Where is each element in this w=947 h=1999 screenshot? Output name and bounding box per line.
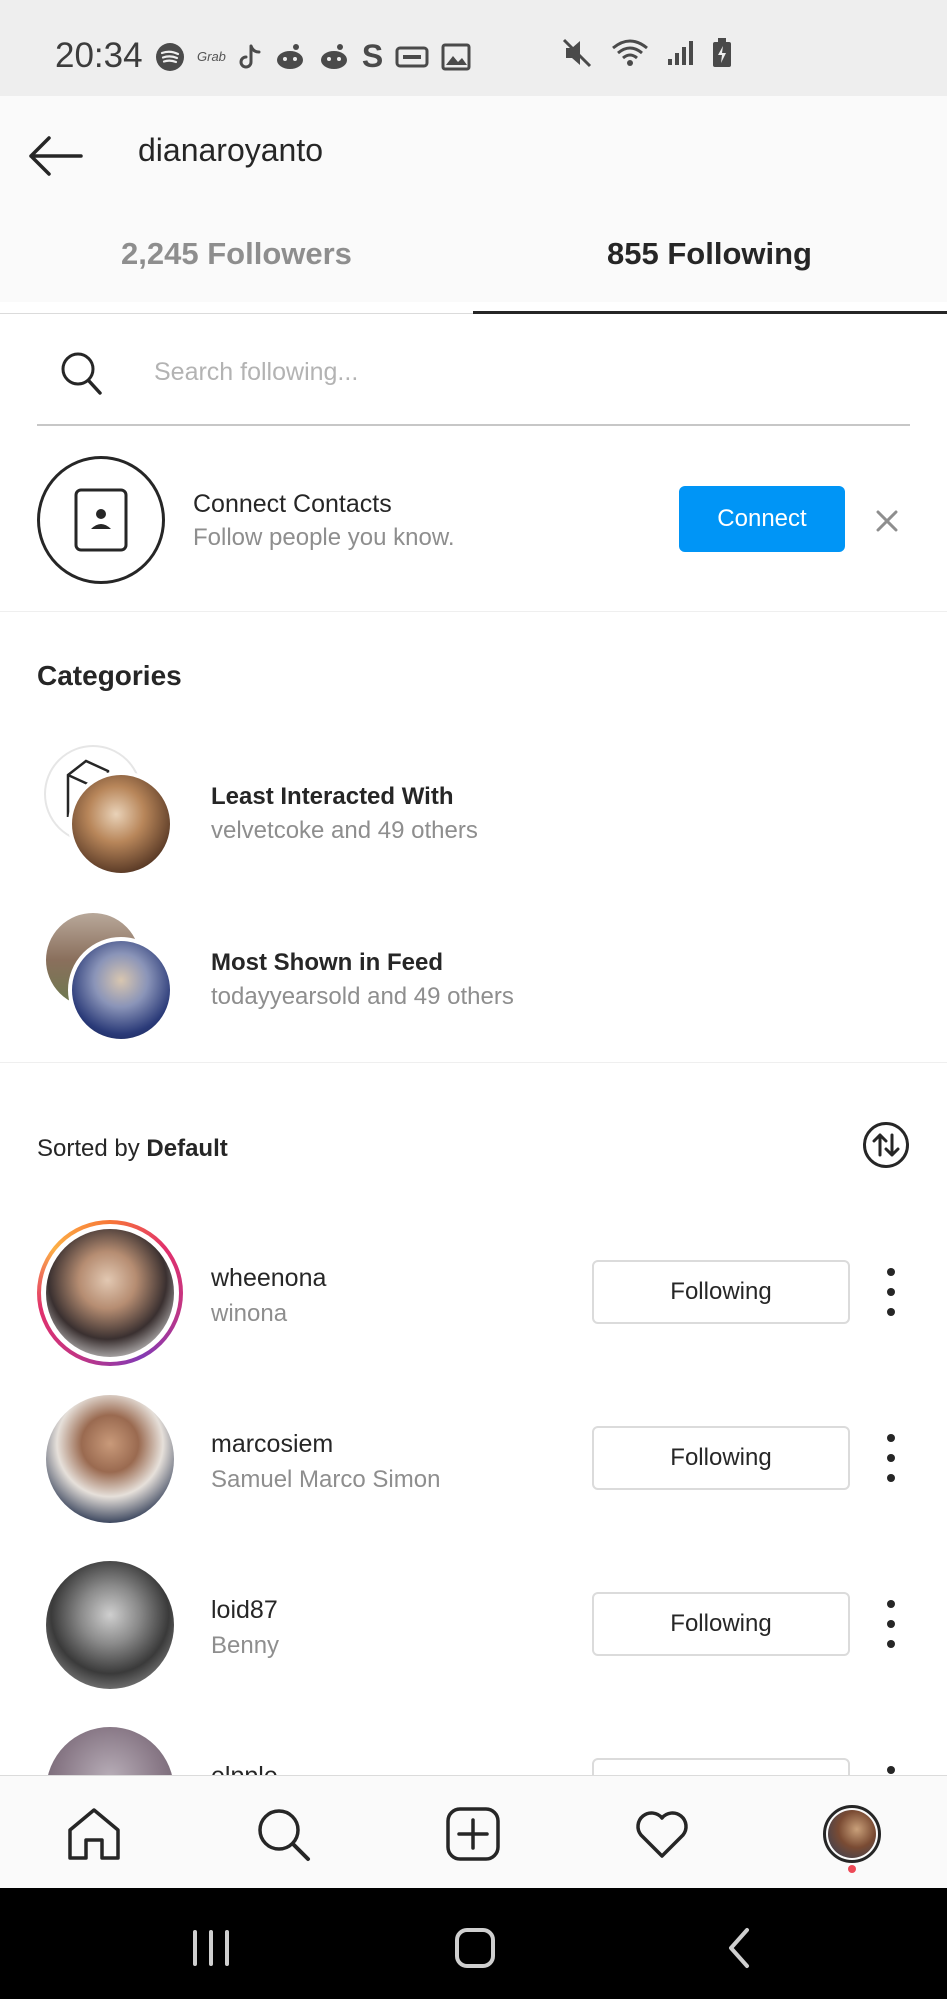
- reddit-icon: [318, 43, 350, 71]
- list-item[interactable]: loid87 Benny Following: [0, 1550, 947, 1700]
- close-icon: [876, 510, 898, 532]
- avatar: [68, 771, 174, 877]
- list-item[interactable]: marcosiem Samuel Marco Simon Following: [0, 1384, 947, 1534]
- status-bar: 20:34 Grab S: [0, 0, 947, 96]
- grab-icon: Grab: [197, 49, 226, 64]
- back-arrow-icon: [29, 136, 83, 176]
- dismiss-button[interactable]: [866, 500, 908, 542]
- status-time: 20:34: [55, 36, 143, 75]
- home-button[interactable]: [445, 1918, 505, 1978]
- user-username: wheenona: [211, 1264, 327, 1292]
- connect-contacts-subtitle: Follow people you know.: [193, 524, 455, 551]
- following-button[interactable]: Following: [592, 1592, 850, 1656]
- sort-label: Sorted by Default: [37, 1135, 228, 1163]
- user-username: loid87: [211, 1596, 278, 1624]
- search-icon: [59, 350, 103, 401]
- categories-heading: Categories: [37, 660, 182, 691]
- category-most-shown[interactable]: Most Shown in Feed todayyearsold and 49 …: [0, 911, 947, 1047]
- following-button[interactable]: Following: [592, 1426, 850, 1490]
- profile-username: dianaroyanto: [138, 132, 324, 168]
- notification-dot: [848, 1865, 856, 1873]
- nav-new-post[interactable]: [443, 1804, 503, 1864]
- profile-header: dianaroyanto 2,245 Followers 855 Followi…: [0, 96, 947, 314]
- home-icon: [68, 1808, 120, 1860]
- chevron-left-icon: [729, 1928, 749, 1968]
- spotify-icon: [155, 42, 185, 72]
- nav-activity[interactable]: [632, 1804, 692, 1864]
- more-options-icon[interactable]: [875, 1268, 907, 1316]
- tiktok-icon: [238, 43, 262, 71]
- tab-following[interactable]: 855 Following: [473, 236, 946, 272]
- search-icon: [258, 1809, 310, 1861]
- avatar[interactable]: [46, 1395, 174, 1523]
- connect-contacts-title: Connect Contacts: [193, 490, 392, 518]
- search-bar: [37, 330, 910, 426]
- more-options-icon[interactable]: [875, 1600, 907, 1648]
- back-button[interactable]: [22, 126, 88, 186]
- mute-icon: [562, 38, 594, 73]
- list-item[interactable]: wheenona winona Following: [0, 1218, 947, 1368]
- sort-icon: [863, 1122, 909, 1168]
- user-full-name: Samuel Marco Simon: [211, 1466, 441, 1493]
- bottom-navigation: [0, 1775, 947, 1888]
- sort-value: Default: [146, 1135, 228, 1162]
- recent-apps-button[interactable]: [181, 1918, 241, 1978]
- following-button[interactable]: Following: [592, 1260, 850, 1324]
- category-subtitle: velvetcoke and 49 others: [211, 817, 478, 844]
- system-navigation-bar: [0, 1888, 947, 1999]
- user-username: marcosiem: [211, 1430, 334, 1458]
- nav-profile[interactable]: [822, 1804, 882, 1864]
- s-app-icon: S: [361, 38, 384, 74]
- contacts-icon: [37, 456, 165, 584]
- connect-contacts-card: Connect Contacts Follow people you know.…: [0, 440, 947, 612]
- avatar[interactable]: [46, 1229, 174, 1357]
- wifi-icon: [610, 38, 650, 73]
- avatar: [68, 937, 174, 1043]
- category-title: Least Interacted With: [211, 783, 454, 810]
- search-input[interactable]: [154, 358, 854, 387]
- user-full-name: Benny: [211, 1632, 280, 1659]
- avatar[interactable]: [46, 1561, 174, 1689]
- notification-icons: Grab S: [155, 38, 471, 75]
- new-post-icon: [446, 1807, 500, 1861]
- user-full-name: winona: [211, 1300, 288, 1327]
- sort-prefix: Sorted by: [37, 1135, 140, 1162]
- category-least-interacted[interactable]: Least Interacted With velvetcoke and 49 …: [0, 745, 947, 881]
- connect-button[interactable]: Connect: [679, 486, 845, 552]
- battery-icon: [712, 38, 732, 73]
- sort-button[interactable]: [862, 1121, 910, 1169]
- active-tab-indicator: [473, 311, 947, 314]
- recent-apps-icon: [193, 1930, 229, 1966]
- reddit-icon: [274, 43, 306, 71]
- profile-avatar: [823, 1805, 881, 1863]
- category-avatars: [42, 745, 182, 881]
- system-status-icons: [562, 38, 732, 73]
- back-system-button[interactable]: [709, 1918, 769, 1978]
- category-title: Most Shown in Feed: [211, 949, 443, 976]
- heart-icon: [636, 1811, 688, 1858]
- nav-home[interactable]: [64, 1804, 124, 1864]
- home-square-icon: [455, 1928, 495, 1968]
- gallery-icon: [441, 43, 471, 71]
- category-subtitle: todayyearsold and 49 others: [211, 983, 514, 1010]
- tab-followers[interactable]: 2,245 Followers: [0, 236, 473, 272]
- section-divider: [0, 1062, 947, 1063]
- category-avatars: [42, 911, 182, 1047]
- voicemail-icon: [395, 45, 429, 69]
- nav-search[interactable]: [253, 1804, 313, 1864]
- signal-icon: [666, 39, 696, 72]
- more-options-icon[interactable]: [875, 1434, 907, 1482]
